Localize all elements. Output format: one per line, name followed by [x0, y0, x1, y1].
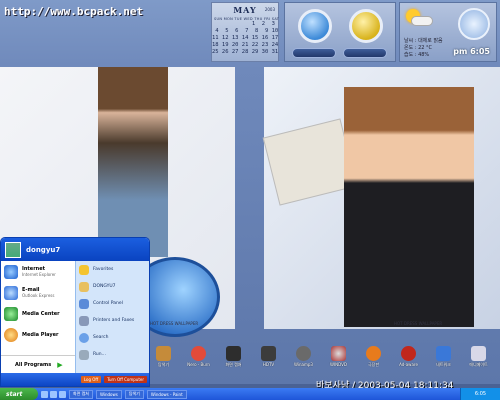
taskbar-button[interactable]: Windows — [96, 389, 122, 399]
desktop-icon-row: 탐색기 Nero - Burn 화면 캡쳐 HDTV Winamp3 WINDV… — [146, 346, 496, 376]
all-programs-button[interactable]: All Programs ▶ — [1, 355, 75, 373]
arrow-right-icon: ▶ — [57, 360, 63, 369]
memory-bar — [343, 48, 387, 58]
desktop-icon[interactable]: 네트워크 — [429, 346, 459, 376]
start-menu: dongyu7 Internet Internet Explorer E-mail… — [0, 237, 150, 387]
calendar-week: 25 26 27 28 29 30 31 — [212, 49, 279, 55]
desktop-icon[interactable]: 탐색기 — [149, 346, 179, 376]
clock-icon — [458, 8, 490, 40]
start-button[interactable]: start — [0, 388, 38, 400]
start-menu-right-column: Favorites DONGYU7 Control Panel Printers… — [75, 261, 149, 373]
explorer-icon[interactable] — [156, 346, 171, 361]
photo-subject — [344, 87, 474, 327]
weather-clock-gadget: 날씨 : 대체로 맑음 온도 : 22 °C 습도 : 48% pm 6:05 — [399, 2, 497, 62]
avatar[interactable] — [5, 241, 21, 258]
system-tray-clock[interactable]: 6:05 — [460, 388, 500, 400]
memory-gauge-icon — [349, 9, 383, 43]
quick-launch-icon[interactable] — [59, 390, 66, 398]
weather-icon — [403, 9, 433, 29]
watermark: http://www.bcpack.net — [4, 5, 144, 18]
quick-launch — [41, 390, 66, 398]
start-item-media-player[interactable]: Media Player — [1, 324, 75, 345]
fish-icon[interactable] — [366, 346, 381, 361]
all-programs-label: All Programs — [15, 361, 52, 368]
clock-time: pm 6:05 — [453, 47, 490, 56]
calendar-week: 1 2 3 — [212, 21, 275, 27]
windvd-icon[interactable] — [331, 346, 346, 361]
calendar-week: 18 19 20 21 22 23 24 — [212, 42, 279, 48]
outlook-express-icon — [4, 285, 18, 300]
taskbar: start 화면 캡쳐 Windows 탐색기 Windows - Paint … — [0, 388, 500, 400]
start-item-media-center[interactable]: Media Center — [1, 303, 75, 324]
system-monitor-gadget — [284, 2, 396, 62]
media-center-icon — [4, 306, 18, 321]
photo-subject — [98, 67, 168, 257]
taskbar-button[interactable]: 화면 캡쳐 — [69, 389, 93, 399]
desktop-icon[interactable]: 애니메이트 — [464, 346, 494, 376]
user-name: dongyu7 — [26, 245, 61, 254]
nero-icon[interactable] — [191, 346, 206, 361]
start-item-control-panel[interactable]: Control Panel — [76, 295, 149, 312]
cpu-gauge-icon — [298, 9, 332, 43]
favorites-icon — [79, 264, 89, 275]
anime-icon[interactable] — [471, 346, 486, 361]
calendar-week: 11 12 13 14 15 16 17 — [212, 35, 279, 41]
taskbar-button[interactable]: Windows - Paint — [146, 389, 187, 399]
quick-launch-icon[interactable] — [41, 390, 48, 398]
start-menu-footer: Log Off Turn Off Computer — [1, 373, 149, 386]
start-menu-header: dongyu7 — [1, 238, 149, 261]
log-off-button[interactable]: Log Off — [80, 376, 102, 383]
start-item-internet[interactable]: Internet Internet Explorer — [1, 261, 75, 282]
start-item-printers[interactable]: Printers and Faxes — [76, 312, 149, 329]
media-player-icon — [4, 327, 18, 342]
weather-temperature: 온도 : 22 °C — [404, 45, 433, 51]
desktop-icon[interactable]: WINDVD — [324, 346, 354, 376]
turn-off-button[interactable]: Turn Off Computer — [104, 376, 147, 383]
desktop-icon[interactable]: Nero - Burn — [184, 346, 214, 376]
start-item-favorites[interactable]: Favorites — [76, 261, 149, 278]
printer-icon — [79, 315, 89, 326]
start-item-search[interactable]: Search — [76, 329, 149, 346]
start-item-user-folder[interactable]: DONGYU7 — [76, 278, 149, 295]
user-folder-icon — [79, 281, 89, 292]
desktop-icon[interactable]: Ad-aware — [394, 346, 424, 376]
weather-condition: 날씨 : 대체로 맑음 — [404, 38, 443, 44]
desktop-icon[interactable]: HDTV — [254, 346, 284, 376]
weather-info: 날씨 : 대체로 맑음 온도 : 22 °C 습도 : 48% — [404, 38, 443, 59]
cpu-bar — [292, 48, 336, 58]
internet-explorer-icon — [4, 264, 18, 279]
network-icon[interactable] — [436, 346, 451, 361]
calendar-year: 2003 — [264, 7, 275, 12]
desktop-icon[interactable]: 화면 캡쳐 — [219, 346, 249, 376]
hdtv-icon[interactable] — [261, 346, 276, 361]
capture-icon[interactable] — [226, 346, 241, 361]
run-icon — [79, 349, 89, 360]
weather-humidity: 습도 : 48% — [404, 52, 430, 58]
calendar-widget: MAY 2003 SUN MON TUE WED THU FRI SAT 1 2… — [211, 2, 279, 62]
wallpaper-photo-right: HOT DRESS WALLPAPER — [262, 67, 500, 329]
desktop-icon[interactable]: Winamp3 — [289, 346, 319, 376]
photo-caption: HOT DRESS WALLPAPER — [394, 321, 443, 326]
desktop-icon[interactable]: 극장판 — [359, 346, 389, 376]
start-item-run[interactable]: Run... — [76, 346, 149, 363]
control-panel-icon — [79, 298, 89, 309]
quick-launch-icon[interactable] — [50, 390, 57, 398]
taskbar-button[interactable]: 탐색기 — [124, 389, 144, 399]
search-icon — [79, 332, 89, 343]
photo-caption: HOT DRESS WALLPAPER — [150, 321, 199, 326]
winamp-icon[interactable] — [296, 346, 311, 361]
start-item-email[interactable]: E-mail Outlook Express — [1, 282, 75, 303]
adaware-icon[interactable] — [401, 346, 416, 361]
calendar-week: 4 5 6 7 8 9 10 — [212, 28, 279, 34]
